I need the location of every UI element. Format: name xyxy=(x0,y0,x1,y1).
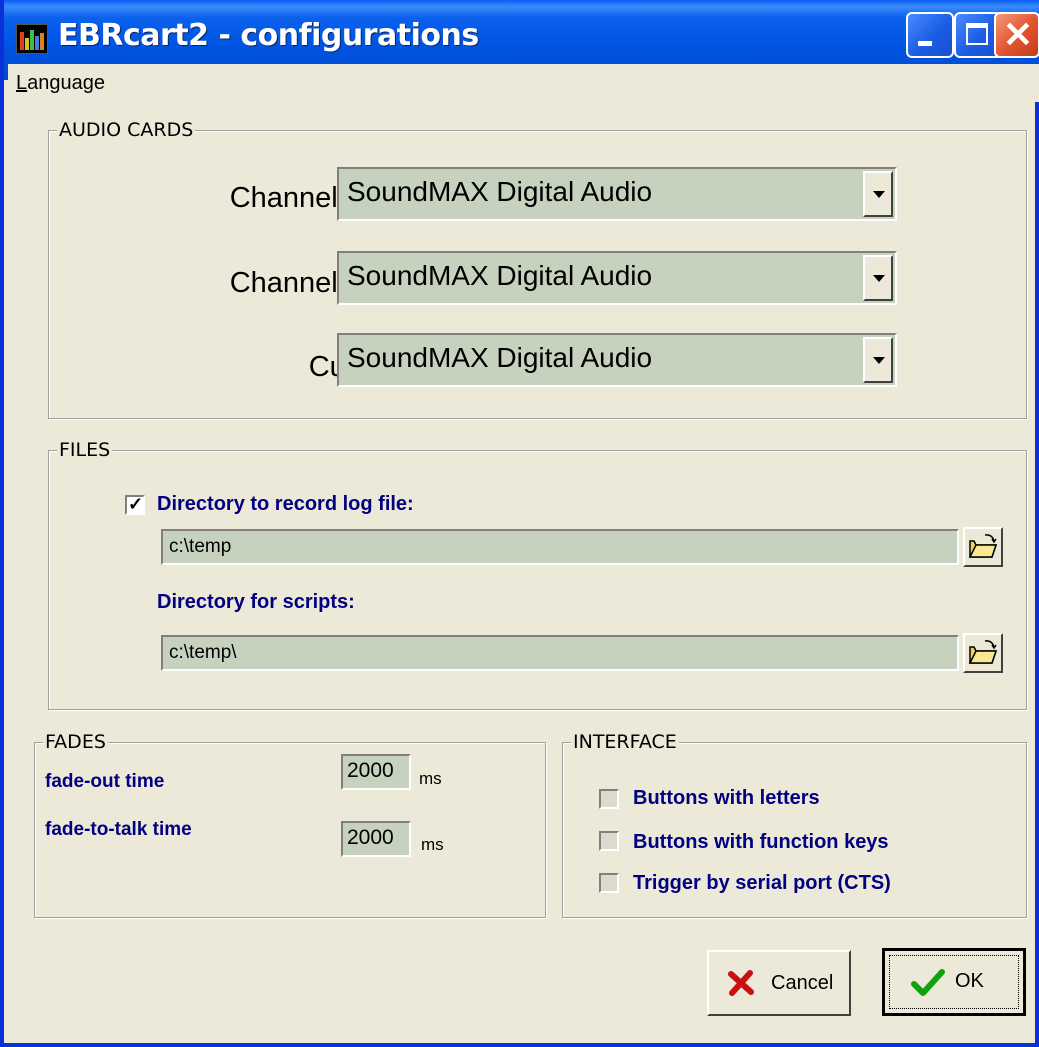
buttons-function-keys-label: Buttons with function keys xyxy=(633,831,889,853)
scripts-dir-input[interactable]: c:\temp\ xyxy=(161,635,959,671)
scripts-dir-browse-button[interactable] xyxy=(963,633,1003,673)
trigger-serial-checkbox[interactable] xyxy=(599,873,619,893)
menu-language-label: anguage xyxy=(27,72,105,94)
channel2-value: SoundMAX Digital Audio xyxy=(347,260,653,291)
audio-cards-group-label: AUDIO CARDS xyxy=(57,119,196,141)
log-dir-checkbox[interactable]: ✓ xyxy=(125,494,145,515)
interface-group-label: INTERFACE xyxy=(571,731,679,753)
folder-open-icon xyxy=(968,640,998,664)
buttons-letters-label: Buttons with letters xyxy=(633,787,820,809)
buttons-function-keys-checkbox[interactable] xyxy=(599,831,619,851)
fade-out-input[interactable]: 2000 xyxy=(341,754,411,790)
minimize-icon xyxy=(918,41,932,46)
app-icon xyxy=(16,24,48,54)
log-dir-browse-button[interactable] xyxy=(963,527,1003,567)
cancel-button[interactable]: Cancel xyxy=(707,950,851,1016)
ok-focus-rect xyxy=(889,955,1019,1009)
config-window: EBRcart2 - configurations ✕ Language AUD… xyxy=(0,0,1039,1047)
cue-select[interactable]: SoundMAX Digital Audio xyxy=(337,333,897,387)
channel1-value: SoundMAX Digital Audio xyxy=(347,176,653,207)
channel1-select[interactable]: SoundMAX Digital Audio xyxy=(337,167,897,221)
channel2-select[interactable]: SoundMAX Digital Audio xyxy=(337,251,897,305)
checkmark-icon: ✓ xyxy=(128,494,144,514)
maximize-icon xyxy=(966,23,988,45)
fades-group-label: FADES xyxy=(43,731,108,753)
scripts-dir-value: c:\temp\ xyxy=(169,642,237,663)
scripts-dir-label: Directory for scripts: xyxy=(157,591,355,613)
ok-check-icon xyxy=(911,969,945,996)
cue-dropdown-button[interactable] xyxy=(863,337,893,383)
menu-bar: Language xyxy=(8,64,1039,102)
fade-to-talk-unit: ms xyxy=(421,835,444,854)
dropdown-arrow-icon xyxy=(873,275,885,282)
buttons-letters-checkbox[interactable] xyxy=(599,789,619,809)
audio-cards-group: AUDIO CARDS Channel 1: SoundMAX Digital … xyxy=(48,119,1027,419)
ok-button[interactable]: OK xyxy=(882,948,1026,1016)
fade-to-talk-input[interactable]: 2000 xyxy=(341,821,411,857)
menu-language[interactable]: Language xyxy=(16,72,105,95)
window-title: EBRcart2 - configurations xyxy=(58,18,479,53)
cancel-button-label: Cancel xyxy=(771,972,834,994)
cue-value: SoundMAX Digital Audio xyxy=(347,342,653,373)
fade-out-unit: ms xyxy=(419,769,442,788)
channel2-dropdown-button[interactable] xyxy=(863,255,893,301)
close-button[interactable]: ✕ xyxy=(994,12,1039,58)
minimize-button[interactable] xyxy=(906,12,954,58)
fade-to-talk-value: 2000 xyxy=(347,826,394,849)
close-icon: ✕ xyxy=(1002,14,1034,55)
fade-out-label: fade-out time xyxy=(45,771,165,792)
log-dir-value: c:\temp xyxy=(169,536,232,557)
menu-language-accel: L xyxy=(16,72,28,94)
log-dir-input[interactable]: c:\temp xyxy=(161,529,959,565)
files-group: FILES ✓ Directory to record log file: c:… xyxy=(48,439,1027,710)
interface-group: INTERFACE Buttons with letters Buttons w… xyxy=(562,731,1027,918)
dropdown-arrow-icon xyxy=(873,191,885,198)
fade-out-value: 2000 xyxy=(347,759,394,782)
ok-button-label: OK xyxy=(955,970,984,992)
trigger-serial-label: Trigger by serial port (CTS) xyxy=(633,872,891,894)
files-group-label: FILES xyxy=(57,439,113,461)
dropdown-arrow-icon xyxy=(873,357,885,364)
log-dir-label: Directory to record log file: xyxy=(157,493,414,515)
fades-group: FADES fade-out time 2000 ms fade-to-talk… xyxy=(34,731,546,918)
channel1-dropdown-button[interactable] xyxy=(863,171,893,217)
cancel-x-icon xyxy=(728,970,754,996)
fade-to-talk-label: fade-to-talk time xyxy=(45,819,192,840)
folder-open-icon xyxy=(968,534,998,558)
